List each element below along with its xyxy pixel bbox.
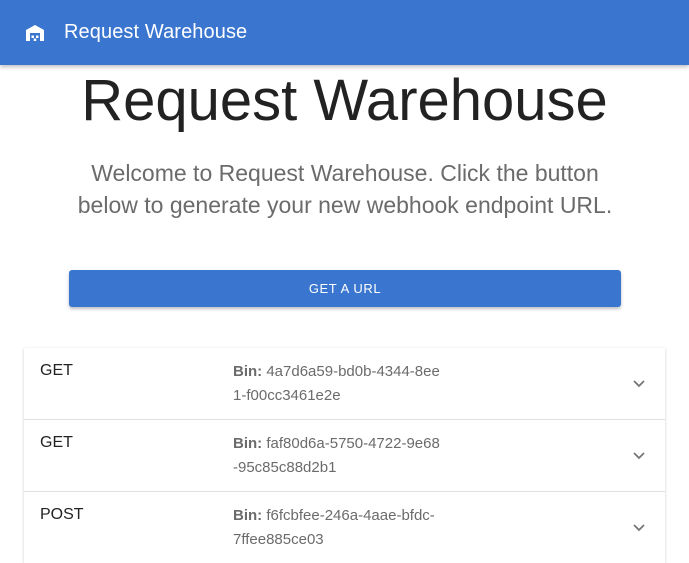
bin-row[interactable]: GET Bin: 4a7d6a59-bd0b-4344-8ee1-f00cc34…: [24, 348, 665, 420]
chevron-down-icon[interactable]: [631, 447, 647, 463]
page-title: Request Warehouse: [81, 68, 608, 133]
bin-info: Bin: 4a7d6a59-bd0b-4344-8ee1-f00cc3461e2…: [233, 360, 443, 408]
bin-label: Bin:: [233, 435, 263, 452]
bin-list: GET Bin: 4a7d6a59-bd0b-4344-8ee1-f00cc34…: [24, 348, 665, 563]
main-content: Request Warehouse Welcome to Request War…: [0, 65, 689, 563]
bin-method: GET: [40, 434, 73, 451]
bin-row[interactable]: GET Bin: faf80d6a-5750-4722-9e68-95c85c8…: [24, 420, 665, 492]
app-title: Request Warehouse: [64, 21, 248, 43]
bin-label: Bin:: [233, 507, 263, 524]
chevron-down-icon[interactable]: [631, 519, 647, 535]
bin-method: GET: [40, 362, 73, 379]
bin-id: faf80d6a-5750-4722-9e68-95c85c88d2b1: [233, 435, 440, 476]
get-url-button[interactable]: GET A URL: [69, 270, 621, 307]
warehouse-icon: [24, 22, 46, 44]
welcome-text: Welcome to Request Warehouse. Click the …: [77, 160, 613, 218]
bin-info: Bin: f6fcbfee-246a-4aae-bfdc-7ffee885ce0…: [233, 504, 443, 552]
bin-method: POST: [40, 506, 84, 523]
bin-row[interactable]: POST Bin: f6fcbfee-246a-4aae-bfdc-7ffee8…: [24, 492, 665, 563]
app-bar: Request Warehouse: [0, 0, 689, 65]
bin-info: Bin: faf80d6a-5750-4722-9e68-95c85c88d2b…: [233, 432, 443, 480]
bin-id: f6fcbfee-246a-4aae-bfdc-7ffee885ce03: [233, 507, 435, 548]
bin-id: 4a7d6a59-bd0b-4344-8ee1-f00cc3461e2e: [233, 363, 440, 404]
chevron-down-icon[interactable]: [631, 375, 647, 391]
bin-label: Bin:: [233, 363, 263, 380]
